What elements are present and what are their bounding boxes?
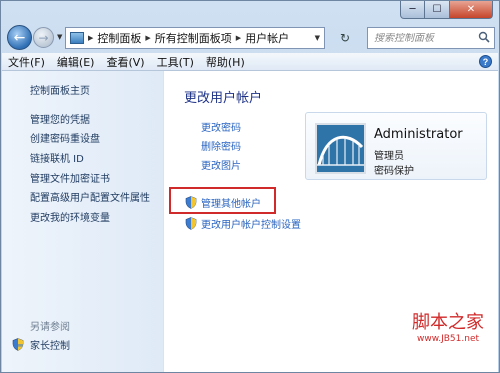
search-input[interactable]: [374, 32, 476, 44]
back-button[interactable]: ←: [7, 25, 32, 50]
recent-pages-dropdown-icon[interactable]: ▼: [57, 33, 62, 41]
breadcrumb-all-items[interactable]: 所有控制面板项: [155, 30, 232, 46]
minimize-button[interactable]: ─: [400, 1, 425, 19]
watermark-url: www.JB51.net: [416, 334, 480, 344]
manage-other-accounts-label: 管理其他帐户: [201, 199, 261, 210]
sidebar-manage-encryption-certs[interactable]: 管理文件加密证书: [30, 170, 110, 185]
address-bar[interactable]: ▶ 控制面板 ▶ 所有控制面板项 ▶ 用户帐户 ▼: [65, 27, 325, 49]
menu-edit[interactable]: 编辑(E): [57, 54, 95, 70]
see-also-heading: 另请参阅: [30, 322, 70, 333]
breadcrumb-arrow-icon[interactable]: ▶: [236, 34, 241, 42]
search-icon[interactable]: [478, 31, 490, 43]
remove-password-link[interactable]: 删除密码: [201, 138, 241, 153]
caption-buttons: ─ ☐ ✕: [400, 1, 493, 19]
sidebar-link-online-id[interactable]: 链接联机 ID: [30, 150, 84, 165]
manage-other-accounts-link[interactable]: 管理其他帐户: [185, 195, 261, 210]
svg-text:?: ?: [483, 57, 489, 67]
help-icon[interactable]: ?: [479, 55, 492, 68]
task-pane: 控制面板主页 管理您的凭据 创建密码重设盘 链接联机 ID 管理文件加密证书 配…: [2, 71, 164, 372]
page-title: 更改用户帐户: [184, 91, 263, 106]
close-button[interactable]: ✕: [450, 1, 493, 19]
parental-controls-label: 家长控制: [30, 341, 70, 352]
change-uac-settings-link[interactable]: 更改用户帐户控制设置: [185, 216, 301, 231]
breadcrumb-control-panel[interactable]: 控制面板: [97, 30, 141, 46]
watermark: 脚本之家 www.JB51.net: [412, 308, 484, 344]
account-name: Administrator: [374, 127, 463, 142]
navigation-bar: ← → ▼ ▶ 控制面板 ▶ 所有控制面板项 ▶ 用户帐户 ▼ ↻: [7, 25, 495, 51]
change-picture-link[interactable]: 更改图片: [201, 157, 241, 172]
account-password-status: 密码保护: [374, 166, 414, 177]
main-pane: 更改用户帐户 更改密码 删除密码 更改图片 Administrator 管理员 …: [165, 71, 498, 372]
breadcrumb-arrow-icon[interactable]: ▶: [88, 34, 93, 42]
sidebar-change-environment-variables[interactable]: 更改我的环境变量: [30, 209, 110, 224]
uac-shield-icon: [185, 217, 197, 230]
menu-help[interactable]: 帮助(H): [206, 54, 245, 70]
refresh-icon: ↻: [339, 31, 351, 45]
refresh-button[interactable]: ↻: [327, 27, 363, 49]
control-panel-icon: [70, 32, 84, 44]
content-area: 控制面板主页 管理您的凭据 创建密码重设盘 链接联机 ID 管理文件加密证书 配…: [2, 71, 498, 372]
search-box[interactable]: [367, 27, 495, 49]
address-dropdown-icon[interactable]: ▼: [315, 34, 320, 42]
uac-shield-icon: [12, 338, 24, 351]
sidebar-create-reset-disk[interactable]: 创建密码重设盘: [30, 130, 100, 145]
maximize-button[interactable]: ☐: [425, 1, 450, 19]
menu-tools[interactable]: 工具(T): [157, 54, 194, 70]
breadcrumb-arrow-icon[interactable]: ▶: [145, 34, 150, 42]
change-uac-settings-label: 更改用户帐户控制设置: [201, 220, 301, 231]
roller-coaster-picture-icon: [317, 125, 364, 172]
uac-shield-icon: [185, 196, 197, 209]
window: ─ ☐ ✕ ← → ▼ ▶ 控制面板 ▶ 所有控制面板项 ▶ 用户帐户 ▼ ↻: [0, 0, 500, 373]
account-card: Administrator 管理员 密码保护: [305, 112, 487, 180]
change-password-link[interactable]: 更改密码: [201, 119, 241, 134]
menu-view[interactable]: 查看(V): [106, 54, 144, 70]
forward-button[interactable]: →: [33, 27, 54, 48]
sidebar-parental-controls[interactable]: 家长控制: [12, 337, 70, 352]
menu-bar: 文件(F) 编辑(E) 查看(V) 工具(T) 帮助(H) ?: [2, 53, 498, 71]
watermark-title: 脚本之家: [412, 312, 484, 333]
menu-file[interactable]: 文件(F): [8, 54, 45, 70]
sidebar-advanced-profile-properties[interactable]: 配置高级用户配置文件属性: [30, 189, 150, 204]
sidebar-manage-credentials[interactable]: 管理您的凭据: [30, 111, 90, 126]
breadcrumb-user-accounts[interactable]: 用户帐户: [245, 30, 289, 46]
account-role: 管理员: [374, 151, 404, 162]
sidebar-control-panel-home[interactable]: 控制面板主页: [30, 82, 90, 97]
account-avatar[interactable]: [315, 123, 366, 174]
